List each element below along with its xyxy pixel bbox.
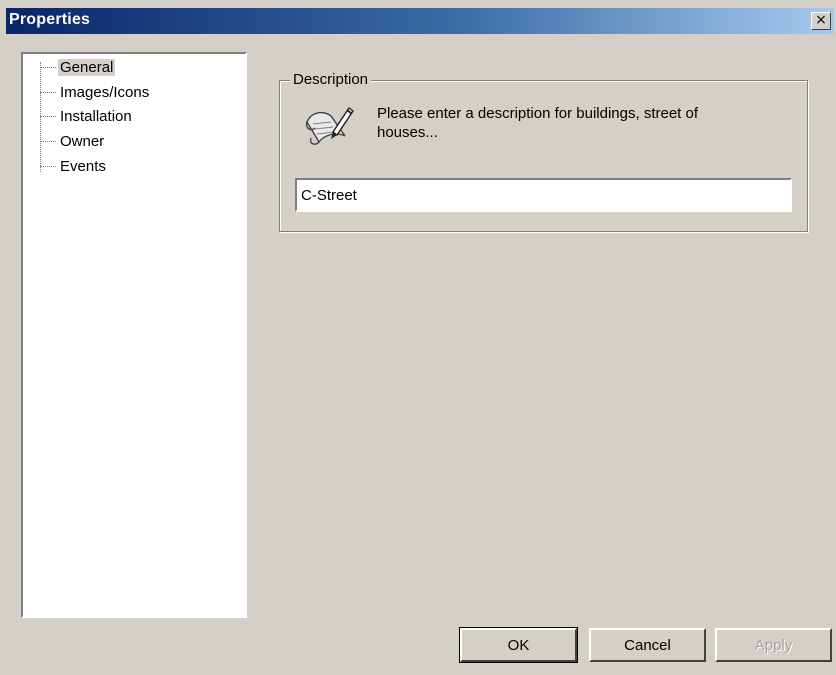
category-tree: General Images/Icons Installation Owner … xyxy=(21,52,247,618)
window-title: Properties xyxy=(9,11,91,28)
tree-item-label: Installation xyxy=(60,107,132,125)
tree-item-label: Images/Icons xyxy=(60,83,150,101)
tree-item-label: Owner xyxy=(60,132,105,150)
tree-branch-line xyxy=(40,91,56,93)
tree-item-label: General xyxy=(58,58,116,76)
apply-button[interactable]: Apply xyxy=(715,628,832,662)
tree-branch-line xyxy=(40,165,56,167)
properties-dialog: Properties × General Images/Icons Instal… xyxy=(0,0,836,675)
ok-button[interactable]: OK xyxy=(459,627,578,663)
tree-item-installation[interactable]: Installation xyxy=(40,106,134,126)
tree-item-images-icons[interactable]: Images/Icons xyxy=(40,82,151,102)
tree-item-label: Events xyxy=(60,157,106,175)
cancel-button[interactable]: Cancel xyxy=(589,628,706,662)
tree-item-owner[interactable]: Owner xyxy=(40,131,106,151)
description-input[interactable] xyxy=(295,178,792,212)
close-button[interactable]: × xyxy=(811,12,831,30)
tree-branch-line xyxy=(40,115,56,117)
title-bar[interactable]: Properties × xyxy=(6,8,834,34)
tree-branch-line xyxy=(40,66,56,68)
description-group-label: Description xyxy=(290,71,372,88)
tree-item-events[interactable]: Events xyxy=(40,156,108,176)
pen-scroll-icon xyxy=(305,106,354,145)
tree-item-general[interactable]: General xyxy=(40,57,116,77)
close-icon: × xyxy=(815,12,827,28)
tree-branch-line xyxy=(40,140,56,142)
description-hint: Please enter a description for buildings… xyxy=(377,105,699,141)
